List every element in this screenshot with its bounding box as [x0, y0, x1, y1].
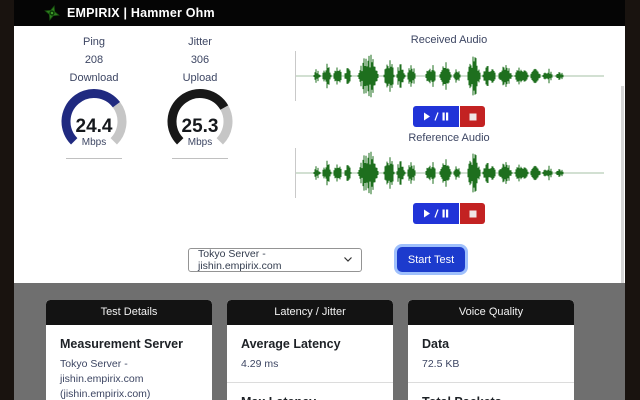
- received-audio-label: Received Audio: [410, 34, 488, 46]
- jitter-label: Jitter: [188, 36, 212, 48]
- gauges-area: Ping 208 Download 24.4 Mbps Jitter 306 U…: [44, 36, 250, 159]
- reference-audio-waveform: [294, 148, 604, 198]
- download-speed-unit: Mbps: [82, 137, 106, 148]
- upload-gauge: 25.3 Mbps: [167, 89, 233, 148]
- card-title: Latency / Jitter: [227, 300, 393, 325]
- results-section: Test Details Measurement Server Tokyo Se…: [14, 283, 625, 400]
- scrollbar[interactable]: [621, 86, 624, 309]
- upload-speed-unit: Mbps: [188, 137, 212, 148]
- chevron-down-icon: [344, 257, 352, 262]
- server-select[interactable]: Tokyo Server - jishin.empirix.com: [188, 247, 362, 272]
- server-select-value: Tokyo Server - jishin.empirix.com: [198, 247, 282, 272]
- download-gauge: 24.4 Mbps: [61, 89, 127, 148]
- ping-value: 208: [84, 54, 104, 66]
- upload-speed-value: 25.3: [182, 116, 219, 137]
- card-section: Measurement Server Tokyo Server - jishin…: [46, 325, 212, 400]
- card-section: Total Packets: [408, 383, 574, 400]
- latency-jitter-card: Latency / Jitter Average Latency 4.29 ms…: [227, 300, 393, 400]
- main-panel: Ping 208 Download 24.4 Mbps Jitter 306 U…: [14, 26, 625, 309]
- controls-row: Tokyo Server - jishin.empirix.com Start …: [188, 247, 465, 272]
- section-heading: Max Latency: [241, 395, 379, 400]
- section-line: 4.29 ms: [241, 358, 279, 370]
- section-line: Tokyo Server - jishin.empirix.com: [60, 358, 144, 385]
- section-line: (jishin.empirix.com): [60, 388, 151, 400]
- reference-audio-controls: [413, 203, 485, 224]
- received-play-pause-button[interactable]: [413, 106, 459, 127]
- start-test-button[interactable]: Start Test: [397, 247, 465, 272]
- app-title: EMPIRIX | Hammer Ohm: [67, 6, 215, 20]
- download-speed-value: 24.4: [76, 116, 113, 137]
- stop-icon: [469, 210, 476, 217]
- card-title: Test Details: [46, 300, 212, 325]
- download-label: Download: [69, 72, 119, 84]
- jitter-value: 306: [190, 54, 210, 66]
- card-section: Max Latency: [227, 383, 393, 400]
- received-stop-button[interactable]: [460, 106, 485, 127]
- section-heading: Measurement Server: [60, 337, 183, 351]
- play-pause-icon: [424, 209, 449, 218]
- received-audio-waveform: [294, 51, 604, 101]
- reference-play-pause-button[interactable]: [413, 203, 459, 224]
- card-title: Voice Quality: [408, 300, 574, 325]
- results-cards: Test Details Measurement Server Tokyo Se…: [14, 283, 625, 400]
- download-gauge-block: Ping 208 Download 24.4 Mbps: [44, 36, 144, 159]
- card-section: Average Latency 4.29 ms: [227, 325, 393, 383]
- app-window: EMPIRIX | Hammer Ohm Ping 208 Download 2…: [14, 0, 625, 400]
- reference-audio-label: Reference Audio: [408, 132, 490, 144]
- app-header: EMPIRIX | Hammer Ohm: [14, 0, 625, 26]
- audio-area: Received Audio Reference Audio: [288, 34, 610, 224]
- gauge-underline: [66, 158, 122, 159]
- card-section: Data 72.5 KB: [408, 325, 574, 383]
- reference-stop-button[interactable]: [460, 203, 485, 224]
- upload-label: Upload: [182, 72, 218, 84]
- test-details-card: Test Details Measurement Server Tokyo Se…: [46, 300, 212, 400]
- play-pause-icon: [424, 112, 449, 121]
- gauge-underline: [172, 158, 228, 159]
- voice-quality-card: Voice Quality Data 72.5 KB Total Packets: [408, 300, 574, 400]
- stop-icon: [469, 113, 476, 120]
- ping-label: Ping: [82, 36, 106, 48]
- shuriken-logo-icon: [44, 5, 60, 21]
- section-heading: Total Packets: [422, 395, 560, 400]
- upload-gauge-block: Jitter 306 Upload 25.3 Mbps: [150, 36, 250, 159]
- section-heading: Data: [422, 337, 450, 351]
- section-line: 72.5 KB: [422, 358, 460, 370]
- received-audio-controls: [413, 106, 485, 127]
- section-heading: Average Latency: [241, 337, 341, 351]
